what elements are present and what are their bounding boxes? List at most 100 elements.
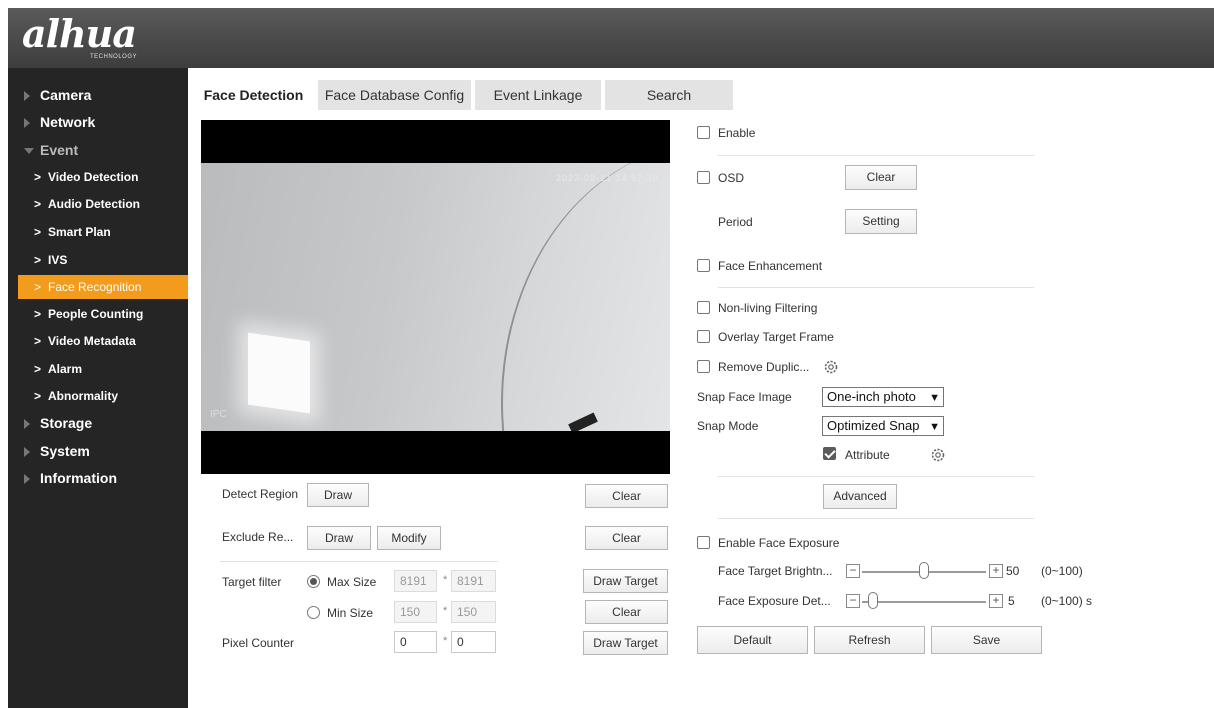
sidebar-item-ivs[interactable]: > IVS	[18, 248, 188, 272]
max-size-width-input[interactable]: 8191	[394, 570, 437, 592]
max-size-label: Max Size	[327, 575, 377, 589]
draw-target-button[interactable]: Draw Target	[583, 569, 668, 593]
collapse-triangle-icon	[24, 148, 34, 154]
attribute-settings-gear-icon[interactable]	[930, 447, 946, 463]
sidebar-item-audio-detection[interactable]: > Audio Detection	[18, 192, 188, 216]
chevron-right-icon: >	[34, 389, 42, 403]
expand-triangle-icon	[24, 447, 30, 457]
snap-mode-select[interactable]: Optimized Snap ▼	[822, 416, 944, 436]
period-label: Period	[718, 215, 753, 229]
chevron-right-icon: >	[34, 334, 42, 348]
brightness-range: (0~100)	[1041, 564, 1083, 578]
section-divider	[718, 476, 1034, 477]
osd-checkbox[interactable]	[697, 171, 710, 184]
remove-duplicate-settings-gear-icon[interactable]	[823, 359, 839, 375]
exclude-region-draw-button[interactable]: Draw	[307, 526, 371, 550]
enable-face-exposure-checkbox[interactable]	[697, 536, 710, 549]
ceiling-light	[248, 332, 310, 414]
attribute-label: Attribute	[845, 448, 890, 462]
snap-face-image-label: Snap Face Image	[697, 390, 792, 404]
pixel-counter-height-input[interactable]: 0	[451, 631, 496, 653]
sidebar-item-video-metadata[interactable]: > Video Metadata	[18, 329, 188, 353]
sidebar-item-face-recognition[interactable]: > Face Recognition	[18, 275, 188, 299]
snap-face-image-select[interactable]: One-inch photo ▼	[822, 387, 944, 407]
period-setting-button[interactable]: Setting	[845, 209, 917, 234]
overlay-target-frame-label: Overlay Target Frame	[718, 330, 834, 344]
sidebar-menu-system[interactable]: System	[8, 438, 188, 464]
advanced-button[interactable]: Advanced	[823, 484, 897, 509]
refresh-button[interactable]: Refresh	[814, 626, 925, 654]
section-divider	[220, 561, 498, 562]
min-size-radio[interactable]	[307, 606, 320, 619]
times-separator: *	[443, 635, 448, 647]
brand-logo-subtitle: TECHNOLOGY	[90, 54, 138, 60]
chevron-right-icon: >	[34, 280, 42, 294]
min-size-width-input[interactable]: 150	[394, 601, 437, 623]
brightness-slider-thumb[interactable]	[919, 562, 929, 579]
brightness-value: 50	[1006, 564, 1020, 578]
non-living-filtering-label: Non-living Filtering	[718, 301, 818, 315]
brightness-decrease-button[interactable]: −	[846, 564, 860, 578]
chevron-right-icon: >	[34, 197, 42, 211]
tab-search[interactable]: Search	[605, 80, 733, 110]
max-size-radio[interactable]	[307, 575, 320, 588]
tab-face-detection[interactable]: Face Detection	[193, 80, 314, 110]
save-button[interactable]: Save	[931, 626, 1042, 654]
min-size-height-input[interactable]: 150	[451, 601, 496, 623]
brightness-increase-button[interactable]: +	[989, 564, 1003, 578]
overlay-target-frame-checkbox[interactable]	[697, 330, 710, 343]
brand-logo: alhua	[22, 11, 137, 56]
video-frame: 2023-09-21 14:57:38 IPC	[201, 163, 670, 431]
exposure-range: (0~100) s	[1041, 594, 1093, 608]
osd-clear-button[interactable]: Clear	[845, 165, 917, 190]
detect-region-clear-button[interactable]: Clear	[585, 484, 668, 508]
times-separator: *	[443, 574, 448, 586]
remove-duplicate-checkbox[interactable]	[697, 360, 710, 373]
face-enhancement-checkbox[interactable]	[697, 259, 710, 272]
sidebar-item-abnormality[interactable]: > Abnormality	[18, 384, 188, 408]
sidebar-item-people-counting[interactable]: > People Counting	[18, 302, 188, 326]
enable-label: Enable	[718, 126, 756, 140]
sidebar-menu-event[interactable]: Event	[8, 137, 188, 163]
expand-triangle-icon	[24, 474, 30, 484]
tab-event-linkage[interactable]: Event Linkage	[475, 80, 601, 110]
sidebar-item-smart-plan[interactable]: > Smart Plan	[18, 220, 188, 244]
sidebar-item-video-detection[interactable]: > Video Detection	[18, 165, 188, 189]
snap-mode-label: Snap Mode	[697, 419, 759, 433]
enable-face-exposure-label: Enable Face Exposure	[718, 536, 840, 550]
face-target-brightness-label: Face Target Brightn...	[718, 564, 833, 578]
exclude-region-clear-button[interactable]: Clear	[585, 526, 668, 550]
times-separator: *	[443, 605, 448, 617]
exclude-region-modify-button[interactable]: Modify	[377, 526, 441, 550]
enable-checkbox[interactable]	[697, 126, 710, 139]
exposure-increase-button[interactable]: +	[989, 594, 1003, 608]
target-filter-label: Target filter	[222, 575, 282, 589]
face-exposure-detect-label: Face Exposure Det...	[718, 594, 831, 608]
sidebar: Camera Network Event > Video Detection >…	[8, 68, 188, 708]
sidebar-menu-storage[interactable]: Storage	[8, 410, 188, 436]
sidebar-item-alarm[interactable]: > Alarm	[18, 357, 188, 381]
remove-duplicate-label: Remove Duplic...	[718, 360, 810, 374]
section-divider	[718, 155, 1034, 156]
exposure-decrease-button[interactable]: −	[846, 594, 860, 608]
chevron-right-icon: >	[34, 307, 42, 321]
target-clear-button[interactable]: Clear	[585, 600, 668, 624]
chevron-right-icon: >	[34, 253, 42, 267]
tab-face-database-config[interactable]: Face Database Config	[318, 80, 471, 110]
sidebar-menu-network[interactable]: Network	[8, 109, 188, 135]
sidebar-menu-camera[interactable]: Camera	[8, 82, 188, 108]
dropdown-arrow-icon: ▼	[929, 421, 940, 433]
exposure-slider-thumb[interactable]	[867, 592, 878, 609]
attribute-checkbox[interactable]	[823, 447, 836, 460]
exposure-slider-track[interactable]	[862, 601, 986, 603]
pixel-counter-label: Pixel Counter	[222, 636, 295, 650]
video-preview[interactable]: 2023-09-21 14:57:38 IPC	[201, 120, 670, 474]
detect-region-draw-button[interactable]: Draw	[307, 483, 369, 507]
pixel-counter-draw-target-button[interactable]: Draw Target	[583, 631, 668, 655]
detect-region-label: Detect Region	[222, 487, 299, 501]
pixel-counter-width-input[interactable]: 0	[394, 631, 437, 653]
max-size-height-input[interactable]: 8191	[451, 570, 496, 592]
default-button[interactable]: Default	[697, 626, 808, 654]
non-living-filtering-checkbox[interactable]	[697, 301, 710, 314]
sidebar-menu-information[interactable]: Information	[8, 465, 188, 491]
